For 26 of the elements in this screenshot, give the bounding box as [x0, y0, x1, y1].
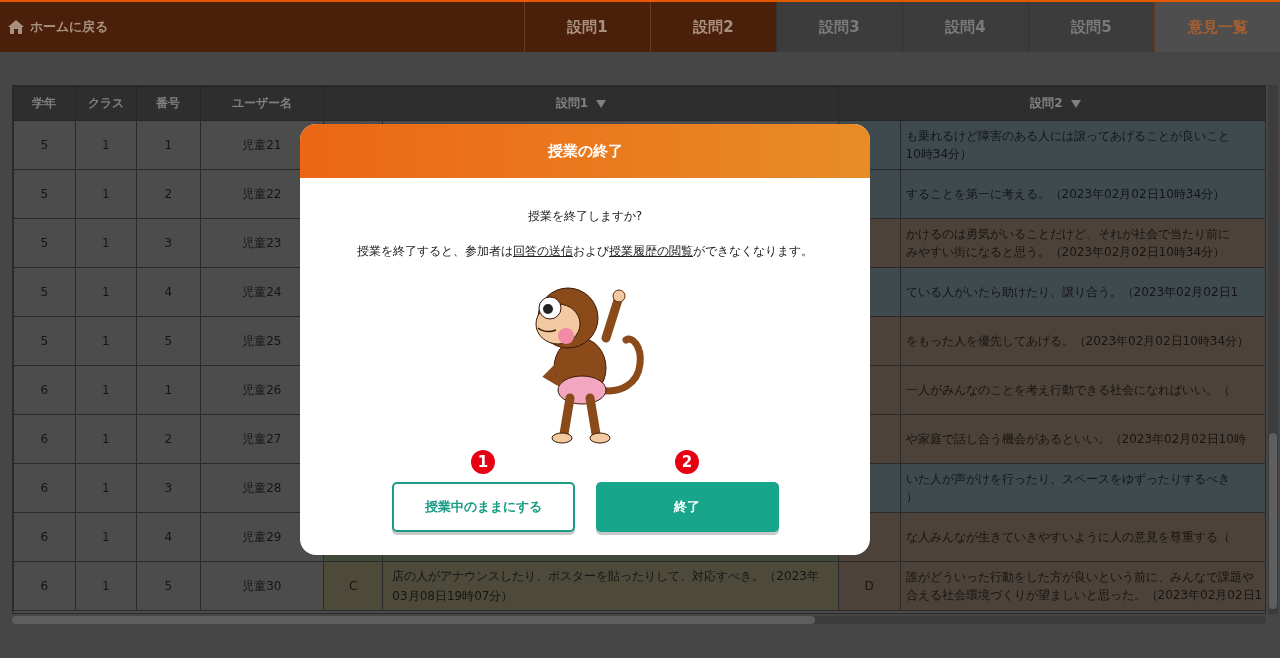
question-tab[interactable]: 設問5 — [1028, 2, 1154, 52]
table-cell: D — [838, 561, 900, 611]
column-header[interactable]: 設問2 — [838, 86, 1265, 121]
home-icon — [8, 20, 24, 34]
column-header: ユーザー名 — [200, 86, 324, 121]
dialog-message: 授業を終了すると、参加者は回答の送信および授業履歴の閲覧ができなくなります。 — [357, 243, 813, 260]
question-tab[interactable]: 設問3 — [776, 2, 902, 52]
column-header[interactable]: 設問1 — [323, 86, 839, 121]
confirm-question: 授業を終了しますか? — [527, 208, 643, 225]
horizontal-scrollbar[interactable] — [12, 616, 1266, 624]
dialog-title: 授業の終了 — [547, 141, 623, 161]
vertical-scrollbar[interactable] — [1268, 85, 1278, 614]
question-tab[interactable]: 意見一覧 — [1154, 2, 1280, 52]
end-button[interactable]: 終了 — [595, 482, 779, 532]
column-header: 学年 — [13, 86, 76, 121]
sort-icon[interactable] — [1070, 99, 1081, 108]
keep-button[interactable]: 授業中のままにする — [391, 482, 575, 532]
question-tab[interactable]: 設問4 — [902, 2, 1028, 52]
step-badge: 1 — [471, 450, 495, 474]
answer-text: ） — [905, 489, 918, 506]
home-link[interactable]: ホームに戻る — [0, 2, 524, 52]
sort-icon[interactable] — [596, 99, 607, 108]
column-header: 番号 — [136, 86, 201, 121]
table-cell: C — [323, 561, 383, 611]
column-header: クラス — [75, 86, 137, 121]
step-badge: 2 — [675, 450, 699, 474]
